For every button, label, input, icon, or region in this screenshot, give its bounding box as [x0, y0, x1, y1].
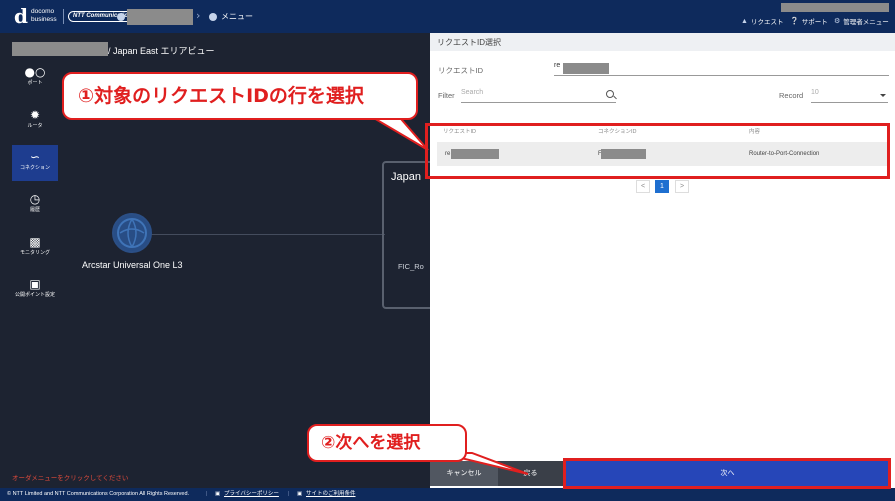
highlight-table-row — [425, 123, 890, 179]
annotation-step1: ①対象のリクエストIDの行を選択 — [62, 72, 418, 120]
annotation-step2: ②次へを選択 — [307, 424, 467, 462]
highlight-next-button — [563, 458, 891, 489]
